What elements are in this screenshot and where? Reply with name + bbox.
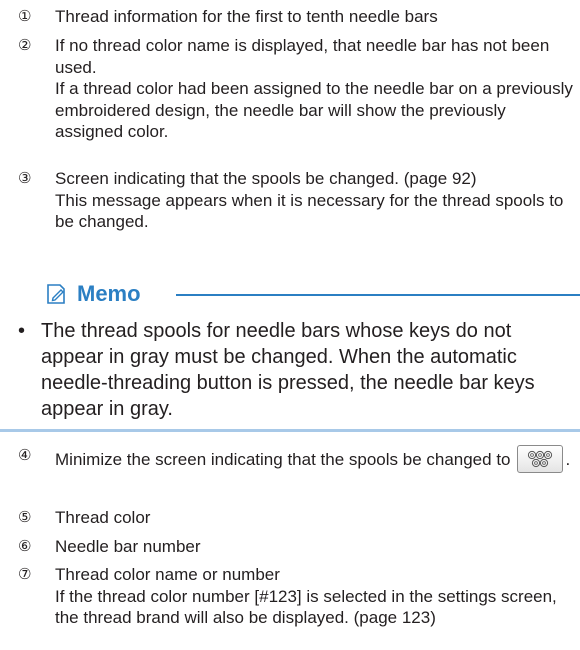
list-item-1: ① Thread information for the first to te…	[18, 6, 573, 28]
item-number: ④	[18, 446, 32, 464]
list-item-2: ② If no thread color name is displayed, …	[18, 35, 573, 143]
item-text: If a thread color had been assigned to t…	[55, 79, 573, 141]
item-text: Needle bar number	[55, 537, 201, 556]
list-item-7: ⑦ Thread color name or number If the thr…	[18, 564, 573, 629]
item-text: Screen indicating that the spools be cha…	[55, 169, 477, 188]
memo-note: • The thread spools for needle bars whos…	[18, 318, 574, 422]
memo-header: Memo	[44, 279, 580, 309]
bullet: •	[18, 320, 26, 342]
item-number: ⑦	[18, 565, 32, 583]
memo-pencil-icon	[44, 282, 68, 306]
item-text: This message appears when it is necessar…	[55, 190, 564, 232]
item-text: Minimize the screen indicating that the …	[55, 450, 511, 469]
memo-divider	[176, 294, 580, 296]
list-item-5: ⑤ Thread color	[18, 507, 573, 529]
item-number: ②	[18, 36, 32, 54]
item-text: Thread information for the first to tent…	[55, 7, 438, 26]
item-number: ⑥	[18, 537, 32, 555]
minimize-spool-button	[516, 444, 563, 473]
item-number: ①	[18, 7, 32, 25]
item-text: Thread color	[55, 508, 151, 527]
item-text: If no thread color name is displayed, th…	[55, 36, 550, 77]
memo-title: Memo	[77, 281, 141, 306]
list-item-6: ⑥ Needle bar number	[18, 536, 573, 558]
item-number: ⑤	[18, 508, 32, 526]
item-text: Thread color name or number	[55, 565, 280, 584]
memo-bottom-divider	[0, 429, 580, 432]
memo-text: The thread spools for needle bars whose …	[41, 320, 535, 420]
item-text: If the thread color number [#123] is sel…	[55, 586, 557, 628]
list-item-3: ③ Screen indicating that the spools be c…	[18, 168, 573, 233]
minimize-spool-icon	[527, 450, 552, 467]
item-text-end: .	[565, 450, 571, 469]
item-number: ③	[18, 169, 32, 187]
list-item-4: ④ Minimize the screen indicating that th…	[18, 444, 573, 475]
